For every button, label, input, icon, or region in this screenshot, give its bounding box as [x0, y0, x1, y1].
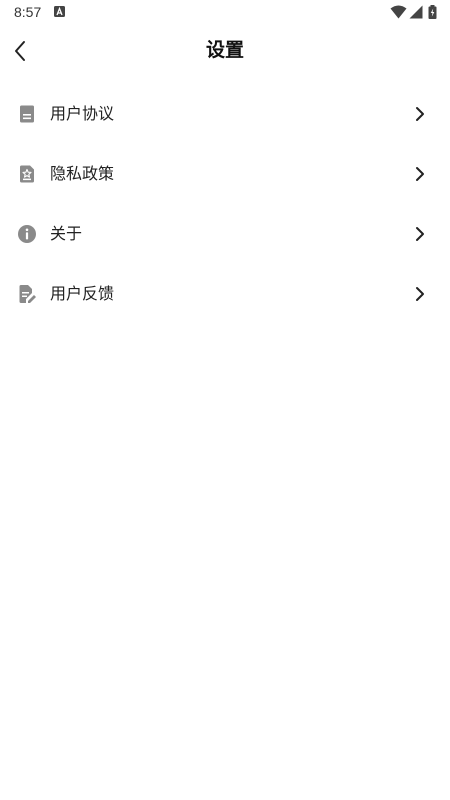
chevron-right-icon: [416, 167, 424, 181]
page-title: 设置: [205, 39, 244, 61]
chevron-right-icon: [416, 107, 424, 121]
cell-signal-icon: [409, 5, 423, 19]
a-letter-icon: [54, 6, 65, 17]
settings-menu: 用户协议 隐私政策 关于 用户反馈: [0, 84, 450, 324]
menu-item-label: 隐私政策: [50, 164, 115, 183]
menu-item-user-agreement[interactable]: 用户协议: [0, 84, 450, 144]
chevron-right-icon: [416, 227, 424, 241]
status-time: 8:57: [14, 4, 42, 20]
status-right-icons: [390, 5, 438, 19]
menu-item-label: 关于: [50, 224, 83, 243]
status-bar: 8:57: [0, 0, 450, 26]
menu-item-user-feedback[interactable]: 用户反馈: [0, 264, 450, 324]
header: 设置: [0, 26, 450, 76]
menu-item-label: 用户协议: [50, 104, 115, 123]
document-icon: [20, 105, 34, 123]
menu-item-about[interactable]: 关于: [0, 204, 450, 264]
menu-item-label: 用户反馈: [50, 284, 115, 303]
battery-charging-icon: [428, 5, 437, 19]
menu-item-privacy-policy[interactable]: 隐私政策: [0, 144, 450, 204]
chevron-right-icon: [416, 287, 424, 301]
wifi-icon: [390, 5, 407, 19]
privacy-star-document-icon: [20, 165, 34, 183]
feedback-edit-icon: [19, 285, 36, 303]
info-icon: [18, 225, 36, 243]
